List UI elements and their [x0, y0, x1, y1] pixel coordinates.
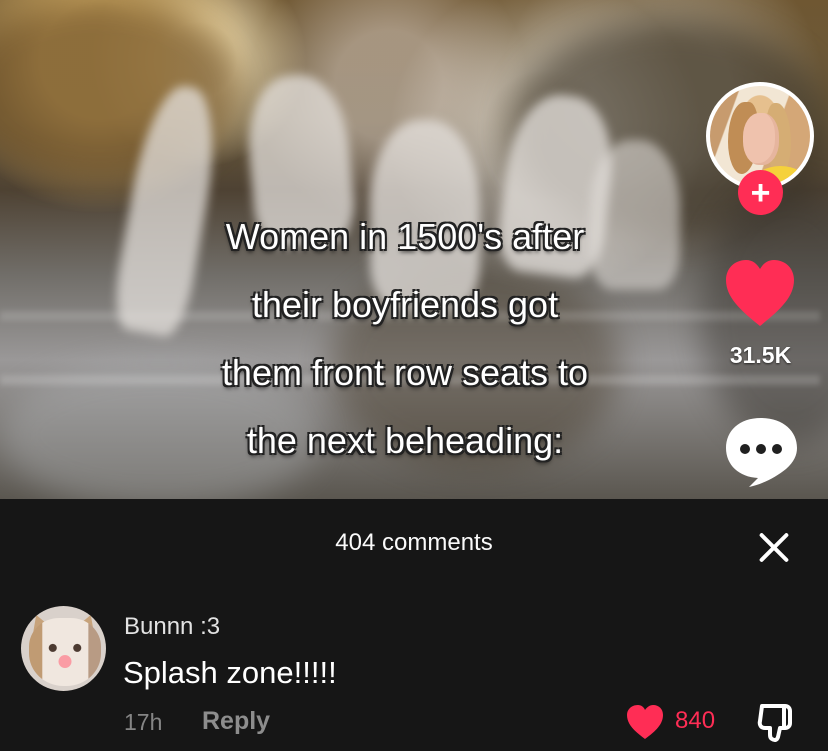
follow-button[interactable]: +	[738, 170, 783, 215]
plus-icon: +	[750, 173, 771, 212]
close-comments-button[interactable]	[753, 528, 795, 568]
comments-panel: 404 comments Bunnn :3 Splash zone!!!!! 1…	[0, 499, 828, 751]
comment-icon	[722, 414, 800, 489]
comment-like-button[interactable]: 840	[624, 701, 726, 743]
avatar-face	[743, 113, 779, 165]
caption-line: them front row seats to	[221, 352, 589, 393]
comment-timestamp: 17h	[124, 709, 163, 735]
comment-text: Splash zone!!!!!	[123, 655, 337, 690]
heart-icon	[624, 703, 666, 741]
comment-item: Bunnn :3 Splash zone!!!!! 17h Reply 840	[0, 581, 828, 751]
caption-line: Women in 1500's after	[225, 216, 585, 257]
video-like-count: 31.5K	[729, 342, 792, 368]
comment-like-count: 840	[675, 707, 716, 734]
heart-icon	[722, 258, 798, 330]
close-icon	[756, 530, 791, 565]
cat-avatar-image	[29, 618, 101, 686]
dislike-button[interactable]	[754, 701, 796, 743]
video-caption: Women in 1500's after their boyfriends g…	[155, 203, 655, 475]
avatar[interactable]	[21, 606, 106, 691]
reply-button[interactable]: Reply	[202, 705, 270, 737]
tiktok-video-screen: Women in 1500's after their boyfriends g…	[0, 0, 828, 751]
video-like-button[interactable]: 31.5K	[715, 258, 805, 373]
video-comment-button[interactable]	[722, 414, 800, 494]
comments-count: 404 comments	[335, 529, 493, 556]
comment-username[interactable]: Bunnn :3	[124, 611, 220, 643]
caption-line: their boyfriends got	[251, 284, 559, 325]
caption-line: the next beheading:	[246, 420, 564, 461]
video-player[interactable]: Women in 1500's after their boyfriends g…	[0, 0, 828, 500]
thumb-down-icon	[754, 701, 796, 743]
